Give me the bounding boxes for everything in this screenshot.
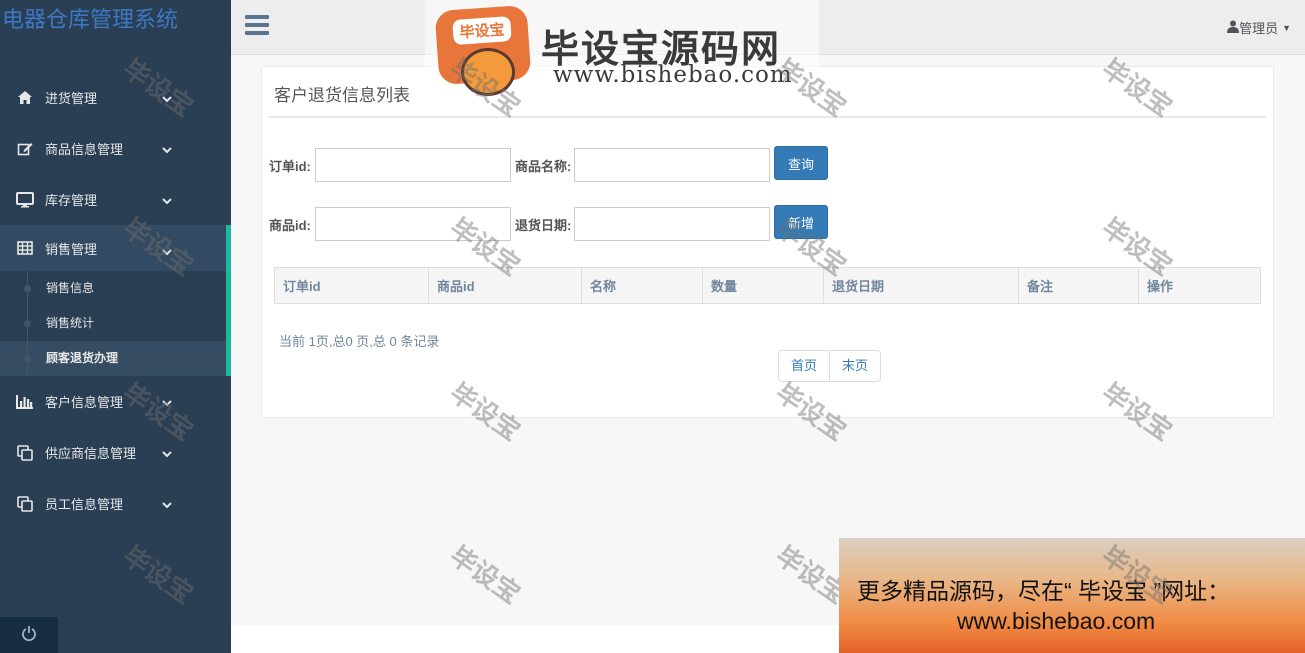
sidebar-item-employee-info[interactable]: 员工信息管理 <box>0 478 231 529</box>
ad-url: www.bishebao.com <box>957 608 1156 634</box>
return-date-input[interactable] <box>574 207 770 241</box>
chevron-down-icon <box>162 244 172 259</box>
first-page-link[interactable]: 首页 <box>778 350 831 382</box>
logout-button[interactable] <box>0 617 58 653</box>
sidebar-item-purchase[interactable]: 进货管理 <box>0 72 231 123</box>
sidebar-item-label: 销售管理 <box>45 241 98 257</box>
desktop-icon <box>16 191 34 209</box>
menu-toggle-icon[interactable] <box>245 15 269 37</box>
sales-submenu: 销售信息 销售统计 顾客退货办理 <box>0 271 231 376</box>
pagination: 首页 末页 <box>778 350 882 382</box>
clone-icon <box>16 495 34 513</box>
home-icon <box>16 89 34 107</box>
column-header-remark[interactable]: 备注 <box>1018 267 1139 304</box>
user-icon <box>1227 20 1240 36</box>
power-icon <box>21 625 37 645</box>
product-name-label: 商品名称: <box>515 159 572 174</box>
bullet-icon <box>24 285 31 292</box>
column-header-product-id[interactable]: 商品id <box>428 267 582 304</box>
chevron-down-icon <box>162 497 172 512</box>
column-header-quantity[interactable]: 数量 <box>702 267 824 304</box>
bullet-icon <box>24 320 31 327</box>
caret-down-icon: ▼ <box>1282 22 1291 33</box>
table-header-row: 订单id 商品id 名称 数量 退货日期 备注 操作 <box>274 267 1261 304</box>
chevron-down-icon <box>162 142 172 157</box>
returns-table: 订单id 商品id 名称 数量 退货日期 备注 操作 <box>274 267 1261 304</box>
sidebar-item-sales[interactable]: 销售管理 <box>0 225 231 271</box>
column-header-return-date[interactable]: 退货日期 <box>823 267 1019 304</box>
user-name: 管理员 <box>1239 21 1279 36</box>
sidebar-item-product-info[interactable]: 商品信息管理 <box>0 123 231 174</box>
pagination-info: 当前 1页,总0 页,总 0 条记录 <box>279 334 440 349</box>
chevron-down-icon <box>162 193 172 208</box>
sidebar-item-inventory[interactable]: 库存管理 <box>0 174 231 225</box>
sidebar-subitem-customer-returns[interactable]: 顾客退货办理 <box>0 341 226 376</box>
product-id-label: 商品id: <box>269 218 311 233</box>
sidebar-subitem-label: 销售信息 <box>46 281 95 295</box>
sidebar-item-supplier-info[interactable]: 供应商信息管理 <box>0 427 231 478</box>
sidebar-menu: 进货管理 商品信息管理 库存管理 销售管理 销售信息 销售统计 顾客退货办理 客… <box>0 72 231 529</box>
user-menu[interactable]: 管理员 ▼ <box>1227 18 1291 37</box>
product-id-input[interactable] <box>315 207 511 241</box>
order-id-label: 订单id: <box>269 159 311 174</box>
divider <box>269 116 1266 118</box>
edit-icon <box>16 140 34 158</box>
chevron-down-icon <box>162 446 172 461</box>
sidebar-subitem-sales-info[interactable]: 销售信息 <box>0 271 226 306</box>
page-title: 客户退货信息列表 <box>274 86 410 105</box>
bar-chart-icon <box>16 393 34 411</box>
product-name-input[interactable] <box>574 148 770 182</box>
returns-panel: 客户退货信息列表 订单id: 商品名称: 查询 商品id: 退货日期: 新增 订… <box>261 66 1274 418</box>
add-button[interactable]: 新增 <box>774 205 828 239</box>
sidebar-subitem-label: 销售统计 <box>46 316 95 330</box>
sidebar-item-label: 库存管理 <box>45 193 98 208</box>
return-date-label: 退货日期: <box>515 218 572 233</box>
chevron-down-icon <box>162 91 172 106</box>
sidebar-item-label: 商品信息管理 <box>45 142 124 157</box>
ad-banner: 更多精品源码，尽在“ 毕设宝 ”网址： www.bishebao.com <box>839 538 1305 653</box>
sidebar-item-label: 客户信息管理 <box>45 395 124 410</box>
top-navbar: 管理员 ▼ <box>231 0 1305 55</box>
bullet-icon <box>24 355 31 362</box>
sidebar-subitem-label: 顾客退货办理 <box>46 351 119 365</box>
sidebar-item-label: 进货管理 <box>45 91 98 106</box>
order-id-input[interactable] <box>315 148 511 182</box>
app-title[interactable]: 电器仓库管理系统 <box>0 0 231 48</box>
sidebar-subitem-sales-stats[interactable]: 销售统计 <box>0 306 226 341</box>
column-header-actions[interactable]: 操作 <box>1138 267 1261 304</box>
column-header-name[interactable]: 名称 <box>581 267 703 304</box>
ad-text: 更多精品源码，尽在“ 毕设宝 ”网址： <box>857 578 1231 604</box>
table-icon <box>16 239 34 257</box>
sidebar-item-label: 供应商信息管理 <box>45 446 137 461</box>
clone-icon <box>16 444 34 462</box>
sidebar-item-customer-info[interactable]: 客户信息管理 <box>0 376 231 427</box>
column-header-order-id[interactable]: 订单id <box>274 267 429 304</box>
chevron-down-icon <box>162 395 172 410</box>
query-button[interactable]: 查询 <box>774 146 828 180</box>
sidebar-item-label: 员工信息管理 <box>45 497 124 512</box>
last-page-link[interactable]: 末页 <box>830 350 882 382</box>
sidebar: 电器仓库管理系统 进货管理 商品信息管理 库存管理 销售管理 销售信息 销售统计… <box>0 0 231 653</box>
